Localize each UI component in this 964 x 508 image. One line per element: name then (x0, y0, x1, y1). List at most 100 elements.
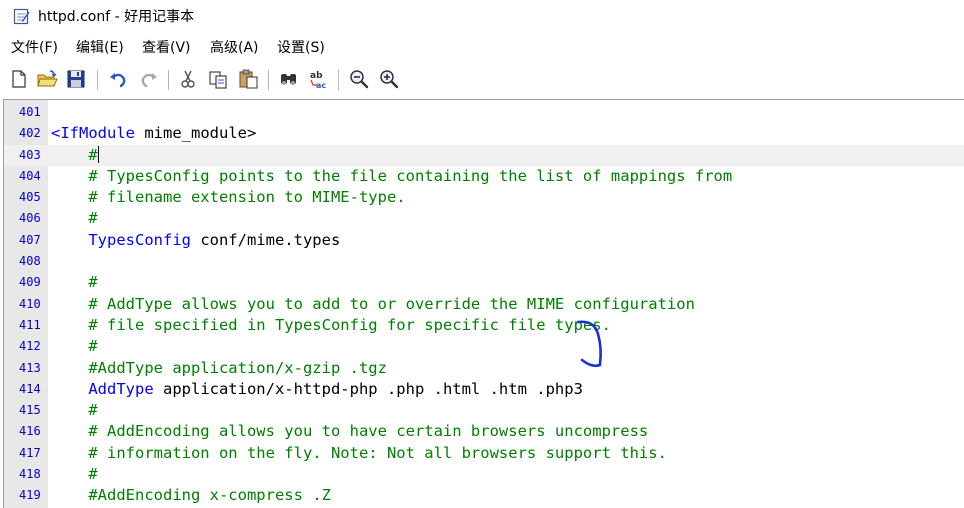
code-line[interactable]: 412 # (4, 336, 964, 357)
line-number: 419 (19, 488, 41, 503)
code-text: # AddEncoding allows you to have certain… (51, 421, 648, 442)
line-number: 404 (19, 168, 41, 183)
code-token-directive: AddType (88, 379, 154, 398)
code-text: # (51, 464, 98, 485)
code-text: # (51, 336, 98, 357)
line-number: 414 (19, 381, 41, 396)
zoom-out-icon[interactable] (348, 68, 370, 90)
toolbar-separator (97, 70, 98, 90)
code-token-comment: #AddType application/x-gzip .tgz (88, 358, 387, 377)
menu-file[interactable]: 文件(F) (11, 39, 58, 57)
code-token-comment: # (88, 273, 98, 292)
text-editor[interactable]: 401 402 <IfModule mime_module> 403 #404 # T… (3, 99, 964, 508)
code-token-comment: # information on the fly. Note: Not all … (88, 443, 667, 462)
line-number: 403 (19, 147, 41, 162)
zoom-in-icon[interactable] (378, 68, 400, 90)
code-text: # filename extension to MIME-type. (51, 187, 406, 208)
menu-advanced[interactable]: 高级(A) (210, 39, 259, 57)
undo-icon[interactable] (107, 68, 129, 90)
code-line[interactable]: 414 AddType application/x-httpd-php .php… (4, 379, 964, 400)
svg-text:ab: ab (310, 71, 323, 81)
code-line[interactable]: 402 <IfModule mime_module> (4, 123, 964, 144)
code-text: # information on the fly. Note: Not all … (51, 443, 667, 464)
code-line[interactable]: 406 # (4, 208, 964, 229)
code-text: #AddType application/x-gzip .tgz (51, 358, 387, 379)
code-text: # (51, 400, 97, 421)
line-number: 406 (19, 211, 41, 226)
code-token-comment: # (88, 337, 98, 356)
code-text: # (51, 208, 97, 229)
code-line[interactable]: 415 # (4, 400, 964, 421)
line-number: 407 (19, 232, 41, 247)
code-line[interactable]: 411 # file specified in TypesConfig for … (4, 315, 964, 336)
code-line[interactable]: 418 # (4, 464, 964, 485)
code-line[interactable]: 403 # (4, 144, 964, 166)
code-line[interactable]: 413 #AddType application/x-gzip .tgz (4, 358, 964, 379)
line-number: 408 (19, 254, 41, 269)
code-line[interactable]: 410 # AddType allows you to add to or ov… (4, 294, 964, 315)
code-text: AddType application/x-httpd-php .php .ht… (51, 379, 583, 400)
new-file-icon[interactable] (8, 68, 30, 90)
paste-icon[interactable] (237, 68, 259, 90)
code-token-plain: mime_module> (135, 124, 257, 143)
code-text: #AddEncoding x-compress .Z (51, 485, 331, 506)
title-bar: httpd.conf - 好用记事本 (0, 0, 964, 34)
find-icon[interactable] (278, 68, 300, 90)
code-token-comment: # filename extension to MIME-type. (88, 188, 406, 207)
code-token-comment: # file specified in TypesConfig for spec… (88, 315, 611, 334)
line-number: 402 (19, 126, 41, 141)
menu-edit[interactable]: 编辑(E) (76, 39, 124, 57)
code-line[interactable]: 404 # TypesConfig points to the file con… (4, 166, 964, 187)
code-text: # TypesConfig points to the file contain… (51, 166, 732, 187)
text-caret (97, 145, 99, 163)
code-line[interactable]: 407 TypesConfig conf/mime.types (4, 230, 964, 251)
code-token-tag: <IfModule (51, 124, 135, 143)
toolbar-separator (168, 70, 169, 90)
line-number: 413 (19, 360, 41, 375)
code-token-comment: #AddEncoding x-compress .Z (88, 486, 331, 505)
code-text: # file specified in TypesConfig for spec… (51, 315, 611, 336)
replace-icon[interactable]: ab ac (307, 68, 329, 90)
code-token-comment: # (88, 145, 98, 164)
line-number: 417 (19, 445, 41, 460)
line-number: 412 (19, 339, 41, 354)
cut-icon[interactable] (177, 68, 199, 90)
code-text: TypesConfig conf/mime.types (51, 230, 340, 251)
code-line[interactable]: 401 (4, 102, 964, 123)
code-line[interactable]: 408 (4, 251, 964, 272)
code-line[interactable]: 405 # filename extension to MIME-type. (4, 187, 964, 208)
menu-view[interactable]: 查看(V) (142, 39, 191, 57)
code-token-directive: TypesConfig (88, 230, 191, 249)
code-token-plain: conf/mime.types (190, 230, 341, 249)
code-token-comment: # AddType allows you to add to or overri… (88, 294, 695, 313)
menu-bar: 文件(F) 编辑(E) 查看(V) 高级(A) 设置(S) (0, 36, 964, 60)
line-number: 405 (19, 190, 41, 205)
code-line[interactable]: 409 # (4, 272, 964, 293)
open-folder-icon[interactable] (36, 68, 58, 90)
copy-icon[interactable] (207, 68, 229, 90)
code-line[interactable]: 416 # AddEncoding allows you to have cer… (4, 421, 964, 442)
toolbar-separator (338, 70, 339, 90)
save-icon[interactable] (65, 68, 87, 90)
code-line[interactable]: 417 # information on the fly. Note: Not … (4, 443, 964, 464)
code-text: # AddType allows you to add to or overri… (51, 294, 695, 315)
line-number: 415 (19, 403, 41, 418)
code-line[interactable]: 419 #AddEncoding x-compress .Z (4, 485, 964, 506)
line-number: 416 (19, 424, 41, 439)
editor-lines: 401 402 <IfModule mime_module> 403 #404 # T… (4, 102, 964, 507)
line-number: 410 (19, 296, 41, 311)
redo-icon[interactable] (138, 68, 160, 90)
window-title: httpd.conf - 好用记事本 (38, 9, 195, 25)
menu-settings[interactable]: 设置(S) (277, 39, 325, 57)
code-token-comment: # (88, 465, 98, 484)
code-text: # (51, 145, 99, 166)
